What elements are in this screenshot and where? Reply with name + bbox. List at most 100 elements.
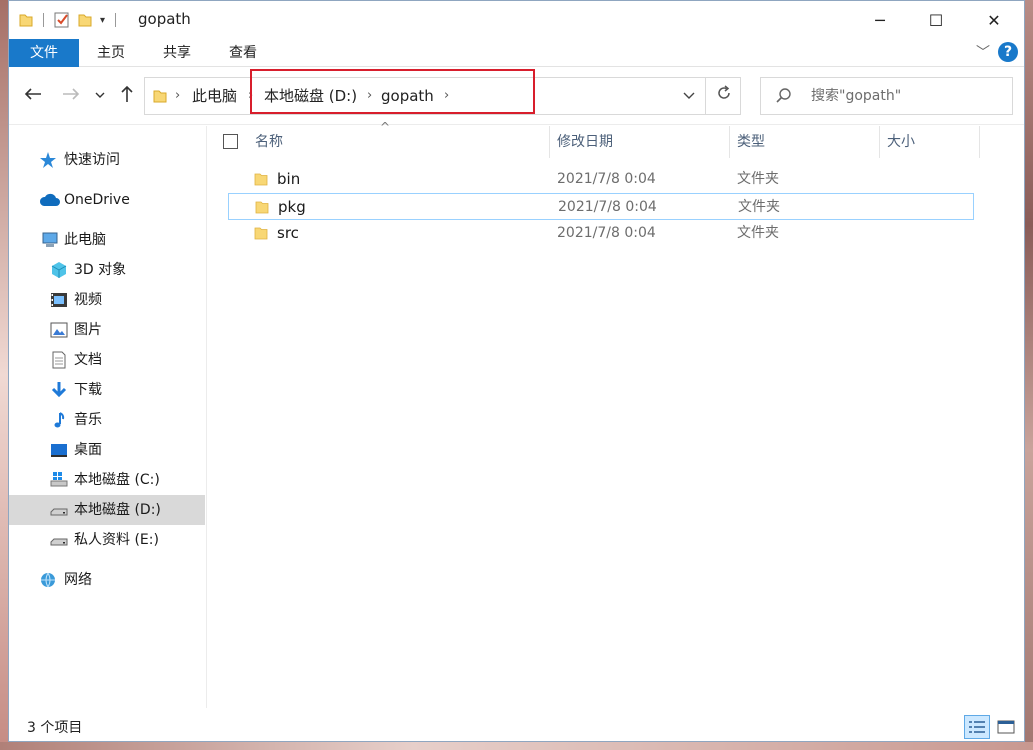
breadcrumb-gopath[interactable]: gopath: [381, 78, 434, 114]
address-dropdown-button[interactable]: [675, 78, 703, 114]
file-name: bin: [277, 170, 301, 188]
sidebar-item-label: 本地磁盘 (D:): [74, 502, 161, 518]
video-icon: [51, 293, 67, 307]
sidebar-item-label: OneDrive: [64, 192, 130, 208]
breadcrumb-separator[interactable]: ›: [248, 78, 253, 114]
details-view-icon: [969, 721, 985, 733]
file-type: 文件夹: [738, 199, 780, 215]
forward-button[interactable]: [59, 85, 83, 107]
column-header-name[interactable]: 名称: [255, 126, 545, 158]
large-icons-view-button[interactable]: [993, 715, 1019, 739]
quick-access-toolbar: ▾: [19, 11, 117, 29]
tab-file[interactable]: 文件: [9, 39, 79, 67]
window-title: gopath: [138, 10, 191, 28]
arrow-up-icon: [121, 85, 133, 102]
sidebar-item-this-pc[interactable]: 此电脑: [9, 225, 205, 255]
desktop-icon: [51, 444, 67, 457]
sidebar-item-label: 文档: [74, 352, 102, 368]
sidebar-item-documents[interactable]: 文档: [9, 345, 205, 375]
sidebar-item-label: 视频: [74, 292, 102, 308]
back-button[interactable]: [21, 85, 45, 107]
navigation-bar: › 此电脑 › 本地磁盘 (D:) › gopath › 搜索"gopath": [9, 67, 1024, 125]
sidebar-item-onedrive[interactable]: OneDrive: [9, 185, 205, 215]
column-header-type[interactable]: 类型: [737, 126, 877, 158]
sidebar-item-drive-d[interactable]: 本地磁盘 (D:): [9, 495, 205, 525]
refresh-button[interactable]: [705, 78, 741, 114]
file-row-pkg[interactable]: pkg 2021/7/8 0:04 文件夹: [228, 193, 974, 220]
close-button[interactable]: ✕: [971, 1, 1017, 39]
column-divider[interactable]: [979, 126, 980, 158]
column-divider[interactable]: [729, 126, 730, 158]
properties-icon[interactable]: [54, 12, 70, 28]
help-button[interactable]: ?: [998, 42, 1018, 62]
folder-icon: [19, 14, 33, 27]
sidebar-item-label: 3D 对象: [74, 262, 127, 278]
file-row-src[interactable]: src 2021/7/8 0:04 文件夹: [228, 220, 974, 247]
details-view-button[interactable]: [964, 715, 990, 739]
item-count: 3 个项目: [27, 720, 83, 736]
file-type: 文件夹: [737, 171, 779, 187]
address-bar[interactable]: › 此电脑 › 本地磁盘 (D:) › gopath ›: [144, 77, 741, 115]
sidebar-item-music[interactable]: 音乐: [9, 405, 205, 435]
breadcrumb-separator[interactable]: ›: [367, 78, 372, 114]
customize-toolbar-icon[interactable]: ▾: [100, 15, 105, 26]
folder-icon: [153, 90, 167, 103]
file-date: 2021/7/8 0:04: [557, 171, 656, 187]
search-box[interactable]: 搜索"gopath": [760, 77, 1013, 115]
refresh-icon: [717, 85, 730, 99]
sidebar-item-drive-e[interactable]: 私人资料 (E:): [9, 525, 205, 555]
breadcrumb-this-pc[interactable]: 此电脑: [192, 78, 237, 114]
sidebar-item-videos[interactable]: 视频: [9, 285, 205, 315]
sidebar-item-label: 图片: [74, 322, 102, 338]
column-header-date[interactable]: 修改日期: [557, 126, 727, 158]
sidebar-item-label: 本地磁盘 (C:): [74, 472, 160, 488]
file-name: pkg: [278, 198, 306, 216]
sidebar-item-label: 下载: [74, 382, 102, 398]
sidebar-item-label: 音乐: [74, 412, 102, 428]
breadcrumb-separator[interactable]: ›: [175, 78, 180, 114]
column-header-size[interactable]: 大小: [887, 126, 977, 158]
chevron-down-icon: [683, 92, 695, 99]
column-divider[interactable]: [549, 126, 550, 158]
sidebar-item-desktop[interactable]: 桌面: [9, 435, 205, 465]
drive-icon: [50, 508, 68, 516]
select-all-checkbox[interactable]: [223, 134, 238, 149]
maximize-button[interactable]: ☐: [913, 1, 959, 39]
minimize-button[interactable]: ─: [857, 1, 903, 39]
large-icons-view-icon: [997, 720, 1015, 734]
recent-locations-button[interactable]: [88, 85, 112, 107]
explorer-window: ▾ gopath ─ ☐ ✕ 文件 主页 共享 查看 ﹀ ? › 此电脑 › 本…: [8, 0, 1025, 742]
column-divider[interactable]: [879, 126, 880, 158]
minimize-icon: ─: [875, 10, 885, 30]
sidebar-item-label: 网络: [64, 572, 92, 588]
document-icon: [52, 351, 66, 369]
toolbar-divider: [115, 13, 117, 27]
tab-share[interactable]: 共享: [147, 39, 207, 67]
navigation-pane: 快速访问 OneDrive 此电脑 3D 对象 视频 图片 文档 下载 音乐 桌…: [9, 126, 207, 708]
tab-home[interactable]: 主页: [81, 39, 141, 67]
cube-icon: [51, 262, 67, 278]
file-name: src: [277, 224, 299, 242]
new-folder-icon[interactable]: [78, 12, 92, 28]
title-bar: ▾ gopath ─ ☐ ✕: [9, 1, 1024, 39]
sidebar-item-pictures[interactable]: 图片: [9, 315, 205, 345]
folder-icon: [255, 201, 269, 214]
sidebar-item-drive-c[interactable]: 本地磁盘 (C:): [9, 465, 205, 495]
file-date: 2021/7/8 0:04: [557, 225, 656, 241]
file-type: 文件夹: [737, 225, 779, 241]
close-icon: ✕: [987, 10, 1001, 30]
sidebar-item-downloads[interactable]: 下载: [9, 375, 205, 405]
breadcrumb-drive-d[interactable]: 本地磁盘 (D:): [264, 78, 357, 114]
toolbar-divider: [43, 13, 44, 27]
up-button[interactable]: [115, 85, 139, 107]
sidebar-item-network[interactable]: 网络: [9, 565, 205, 595]
sidebar-item-quick-access[interactable]: 快速访问: [9, 145, 205, 175]
expand-ribbon-icon[interactable]: ﹀: [976, 42, 990, 62]
sidebar-item-label: 桌面: [74, 442, 102, 458]
breadcrumb-separator[interactable]: ›: [444, 78, 449, 114]
tab-view[interactable]: 查看: [213, 39, 273, 67]
arrow-right-icon: [63, 88, 80, 100]
sidebar-item-3d-objects[interactable]: 3D 对象: [9, 255, 205, 285]
download-icon: [51, 382, 67, 398]
file-row-bin[interactable]: bin 2021/7/8 0:04 文件夹: [228, 166, 974, 193]
